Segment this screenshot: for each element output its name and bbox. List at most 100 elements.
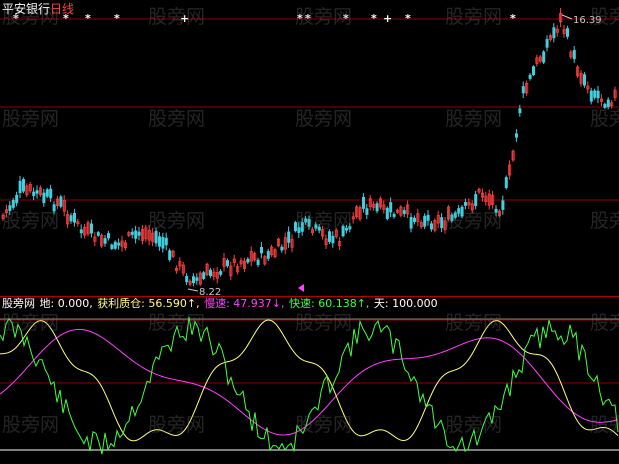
candle-body: [521, 86, 525, 94]
candle-body: [117, 242, 121, 246]
candle-body: [331, 235, 335, 244]
candle-body: [596, 90, 600, 99]
candle-body: [426, 214, 430, 221]
candle-body: [583, 74, 587, 86]
candle-body: [327, 231, 331, 242]
candle-body: [69, 215, 73, 222]
candle-body: [32, 191, 36, 196]
candle-body: [52, 204, 56, 212]
candle-body: [532, 66, 536, 76]
candle-body: [137, 231, 141, 236]
low-price-label: 8.22: [199, 287, 221, 296]
candlestick-chart[interactable]: 16.398.22* * * * + * * * * + * *: [0, 0, 619, 296]
candle-body: [501, 200, 505, 210]
candle-body: [344, 227, 348, 231]
candle-body: [402, 210, 406, 214]
candle-body: [113, 241, 117, 249]
signal-marker-6: *: [305, 12, 311, 25]
slow-line: [0, 328, 619, 436]
candle-body: [385, 207, 389, 220]
high-price-label: 16.39: [573, 15, 602, 26]
fast-line: [0, 316, 619, 455]
candle-body: [593, 90, 597, 98]
candle-body: [440, 217, 444, 229]
candle-body: [341, 225, 345, 237]
candle-body: [297, 227, 301, 234]
candle-body: [208, 269, 212, 277]
stock-chart-window[interactable]: 平安银行日线 16.39 8.22 * * * * + * * * * + * * 股旁网 地: 0.00…: [0, 0, 619, 464]
candle-body: [552, 27, 556, 39]
candle-body: [606, 99, 610, 108]
candle-body: [457, 208, 461, 214]
candle-body: [304, 218, 308, 223]
candle-body: [256, 259, 260, 266]
candle-body: [603, 103, 607, 108]
candle-body: [474, 194, 478, 207]
candle-body: [518, 108, 522, 114]
candle-body: [103, 238, 107, 244]
candle-body: [280, 246, 284, 251]
candle-body: [8, 205, 12, 211]
candle-body: [287, 231, 291, 243]
candle-body: [110, 244, 114, 249]
candle-body: [90, 223, 94, 234]
candle-body: [42, 192, 46, 204]
candle-body: [375, 203, 379, 212]
signal-marker-7: *: [343, 12, 349, 25]
candle-body: [35, 190, 39, 194]
signal-marker-1: *: [63, 12, 69, 25]
candle-body: [96, 232, 100, 236]
candle-body: [259, 247, 263, 254]
candle-body: [21, 179, 25, 192]
candle-body: [300, 222, 304, 232]
candle-body: [266, 251, 270, 259]
candle-body: [463, 202, 467, 206]
high-pointer: [561, 14, 573, 20]
candle-body: [528, 74, 532, 79]
candle-body: [11, 200, 15, 208]
price-pane[interactable]: 16.39 8.22 * * * * + * * * * + * *: [0, 0, 619, 296]
candle-body: [59, 196, 63, 207]
candle-body: [164, 237, 168, 246]
candle-body: [453, 212, 457, 218]
candle-body: [317, 226, 321, 231]
candle-body: [566, 28, 570, 37]
low-pointer: [187, 288, 199, 292]
signal-marker-4: +: [180, 12, 189, 25]
candle-body: [154, 230, 158, 244]
indicator-pane[interactable]: [0, 297, 619, 464]
candle-body: [79, 229, 83, 234]
candle-body: [225, 260, 229, 267]
signal-marker-9: +: [383, 12, 392, 25]
candle-body: [572, 49, 576, 60]
signal-marker-5: *: [297, 12, 303, 25]
candle-body: [307, 218, 311, 227]
candle-body: [195, 277, 199, 281]
signal-marker-8: *: [371, 12, 377, 25]
candle-body: [185, 275, 189, 283]
candle-body: [542, 51, 546, 63]
candle-body: [348, 226, 352, 230]
candle-body: [219, 271, 223, 275]
candle-body: [107, 233, 111, 239]
candle-body: [389, 202, 393, 213]
candle-body: [293, 222, 297, 232]
candle-body: [460, 206, 464, 217]
signal-marker-10: *: [405, 12, 411, 25]
candle-body: [545, 39, 549, 48]
candle-body: [161, 236, 165, 249]
signal-marker-3: *: [114, 12, 120, 25]
candle-body: [18, 180, 22, 194]
candle-body: [392, 213, 396, 217]
candle-body: [412, 217, 416, 222]
indicator-chart[interactable]: [0, 297, 619, 464]
candle-body: [515, 133, 519, 138]
cursor-marker: [298, 284, 304, 292]
candle-body: [365, 208, 369, 215]
candle-body: [314, 224, 318, 229]
signal-marker-2: *: [85, 12, 91, 25]
signal-marker-0: *: [13, 12, 19, 25]
signal-marker-11: *: [510, 12, 516, 25]
candle-body: [504, 177, 508, 188]
candle-body: [409, 216, 413, 229]
